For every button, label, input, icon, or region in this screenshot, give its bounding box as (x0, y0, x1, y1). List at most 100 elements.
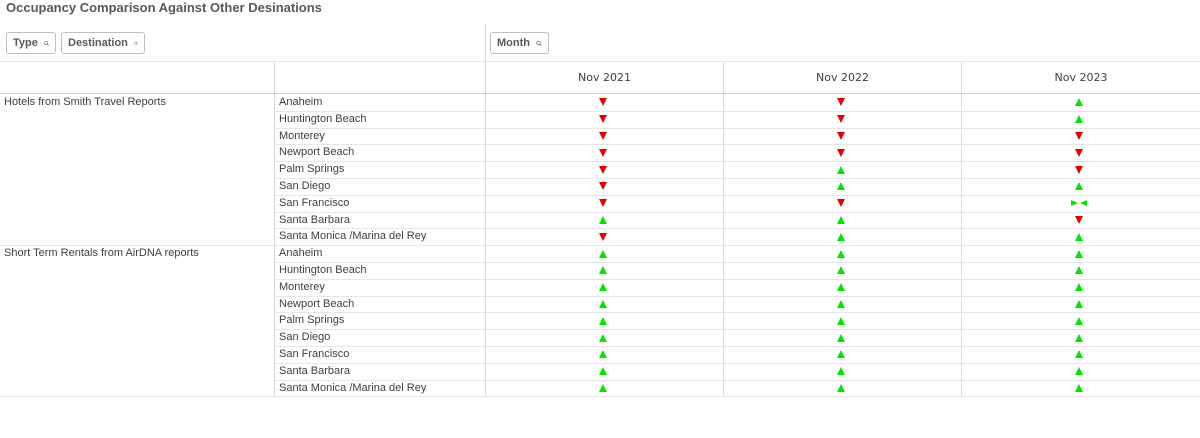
group-label[interactable]: Hotels from Smith Travel Reports (4, 94, 166, 110)
row-divider (274, 329, 1200, 331)
up-triangle-icon (1075, 98, 1083, 107)
destination-cell[interactable]: San Francisco (279, 346, 349, 362)
down-triangle-icon (599, 148, 607, 157)
down-triangle-icon (1075, 216, 1083, 224)
up-triangle-icon (1075, 115, 1083, 124)
destination-cell[interactable]: Newport Beach (279, 144, 354, 160)
destination-filter-button[interactable]: Destination (61, 32, 145, 54)
row-divider (274, 278, 1200, 280)
row-divider (274, 362, 1200, 364)
up-triangle-icon (1075, 350, 1083, 359)
month-filter-label: Month (497, 37, 530, 49)
up-triangle-icon (837, 232, 845, 241)
up-triangle-icon (837, 216, 845, 224)
up-triangle-icon (599, 316, 607, 325)
destination-cell[interactable]: San Diego (279, 329, 330, 345)
pivot-table: Type Destination Month Nov 2021 Nov 2022… (0, 24, 1200, 398)
row-divider (274, 211, 1200, 213)
destination-cell[interactable]: Santa Monica /Marina del Rey (279, 228, 426, 244)
row-divider (274, 178, 1200, 179)
down-triangle-icon (1075, 165, 1083, 174)
search-icon (536, 40, 542, 46)
up-triangle-icon (599, 249, 607, 258)
down-triangle-icon (599, 199, 607, 208)
row-divider (274, 262, 1200, 263)
down-triangle-icon (599, 115, 607, 124)
type-filter-button[interactable]: Type (6, 32, 56, 54)
column-divider (485, 24, 486, 397)
up-triangle-icon (837, 182, 845, 191)
month-filter-button[interactable]: Month (490, 32, 549, 54)
row-divider (274, 295, 1200, 297)
down-triangle-icon (599, 98, 607, 107)
up-triangle-icon (599, 333, 607, 342)
destination-cell[interactable]: Palm Springs (279, 312, 344, 328)
down-triangle-icon (599, 232, 607, 241)
group-divider (0, 245, 1200, 247)
destination-cell[interactable]: Huntington Beach (279, 262, 366, 278)
destination-cell[interactable]: San Francisco (279, 195, 349, 211)
row-divider (274, 346, 1200, 347)
destination-cell[interactable]: Anaheim (279, 245, 322, 261)
up-triangle-icon (599, 300, 607, 308)
page-title: Occupancy Comparison Against Other Desin… (6, 0, 322, 15)
down-triangle-icon (1075, 132, 1083, 140)
up-triangle-icon (837, 165, 845, 174)
up-triangle-icon (1075, 232, 1083, 241)
down-triangle-icon (599, 182, 607, 191)
row-divider (274, 110, 1200, 112)
up-triangle-icon (837, 249, 845, 258)
up-triangle-icon (599, 367, 607, 376)
up-triangle-icon (1075, 249, 1083, 258)
destination-cell[interactable]: Monterey (279, 279, 325, 295)
table-bottom-border (0, 396, 1200, 398)
down-triangle-icon (837, 148, 845, 157)
column-header-nov-2023[interactable]: Nov 2023 (962, 61, 1200, 93)
search-icon (44, 40, 49, 46)
group-label[interactable]: Short Term Rentals from AirDNA reports (4, 245, 199, 261)
down-triangle-icon (599, 132, 607, 140)
destination-cell[interactable]: San Diego (279, 178, 330, 194)
up-triangle-icon (599, 283, 607, 292)
up-triangle-icon (837, 266, 845, 275)
destination-cell[interactable]: Santa Barbara (279, 212, 350, 228)
destination-filter-label: Destination (68, 37, 128, 49)
up-triangle-icon (837, 316, 845, 325)
row-divider (274, 161, 1200, 163)
up-triangle-icon (837, 384, 845, 392)
type-filter-label: Type (13, 37, 38, 49)
row-divider (274, 144, 1200, 146)
up-triangle-icon (837, 283, 845, 292)
destination-cell[interactable]: Monterey (279, 128, 325, 144)
destination-cell[interactable]: Anaheim (279, 94, 322, 110)
destination-cell[interactable]: Santa Barbara (279, 363, 350, 379)
row-divider (274, 312, 1200, 314)
column-header-nov-2021[interactable]: Nov 2021 (486, 61, 723, 93)
destination-cell[interactable]: Palm Springs (279, 161, 344, 177)
up-triangle-icon (837, 350, 845, 359)
up-triangle-icon (1075, 283, 1083, 292)
up-triangle-icon (1075, 182, 1083, 191)
search-icon (134, 41, 138, 45)
destination-cell[interactable]: Newport Beach (279, 296, 354, 312)
down-triangle-icon (837, 98, 845, 107)
up-triangle-icon (1075, 300, 1083, 308)
destination-cell[interactable]: Huntington Beach (279, 111, 366, 127)
up-triangle-icon (1075, 367, 1083, 376)
up-triangle-icon (837, 333, 845, 342)
up-triangle-icon (837, 300, 845, 308)
up-triangle-icon (1075, 316, 1083, 325)
column-header-nov-2022[interactable]: Nov 2022 (724, 61, 961, 93)
header-divider (0, 93, 1200, 94)
down-triangle-icon (1075, 148, 1083, 157)
header-divider (0, 61, 1200, 62)
down-triangle-icon (837, 199, 845, 208)
up-triangle-icon (1075, 384, 1083, 392)
up-triangle-icon (599, 266, 607, 275)
destination-cell[interactable]: Santa Monica /Marina del Rey (279, 380, 426, 396)
up-triangle-icon (837, 367, 845, 376)
down-triangle-icon (599, 165, 607, 174)
up-triangle-icon (599, 350, 607, 359)
row-divider (274, 127, 1200, 129)
up-triangle-icon (599, 216, 607, 224)
